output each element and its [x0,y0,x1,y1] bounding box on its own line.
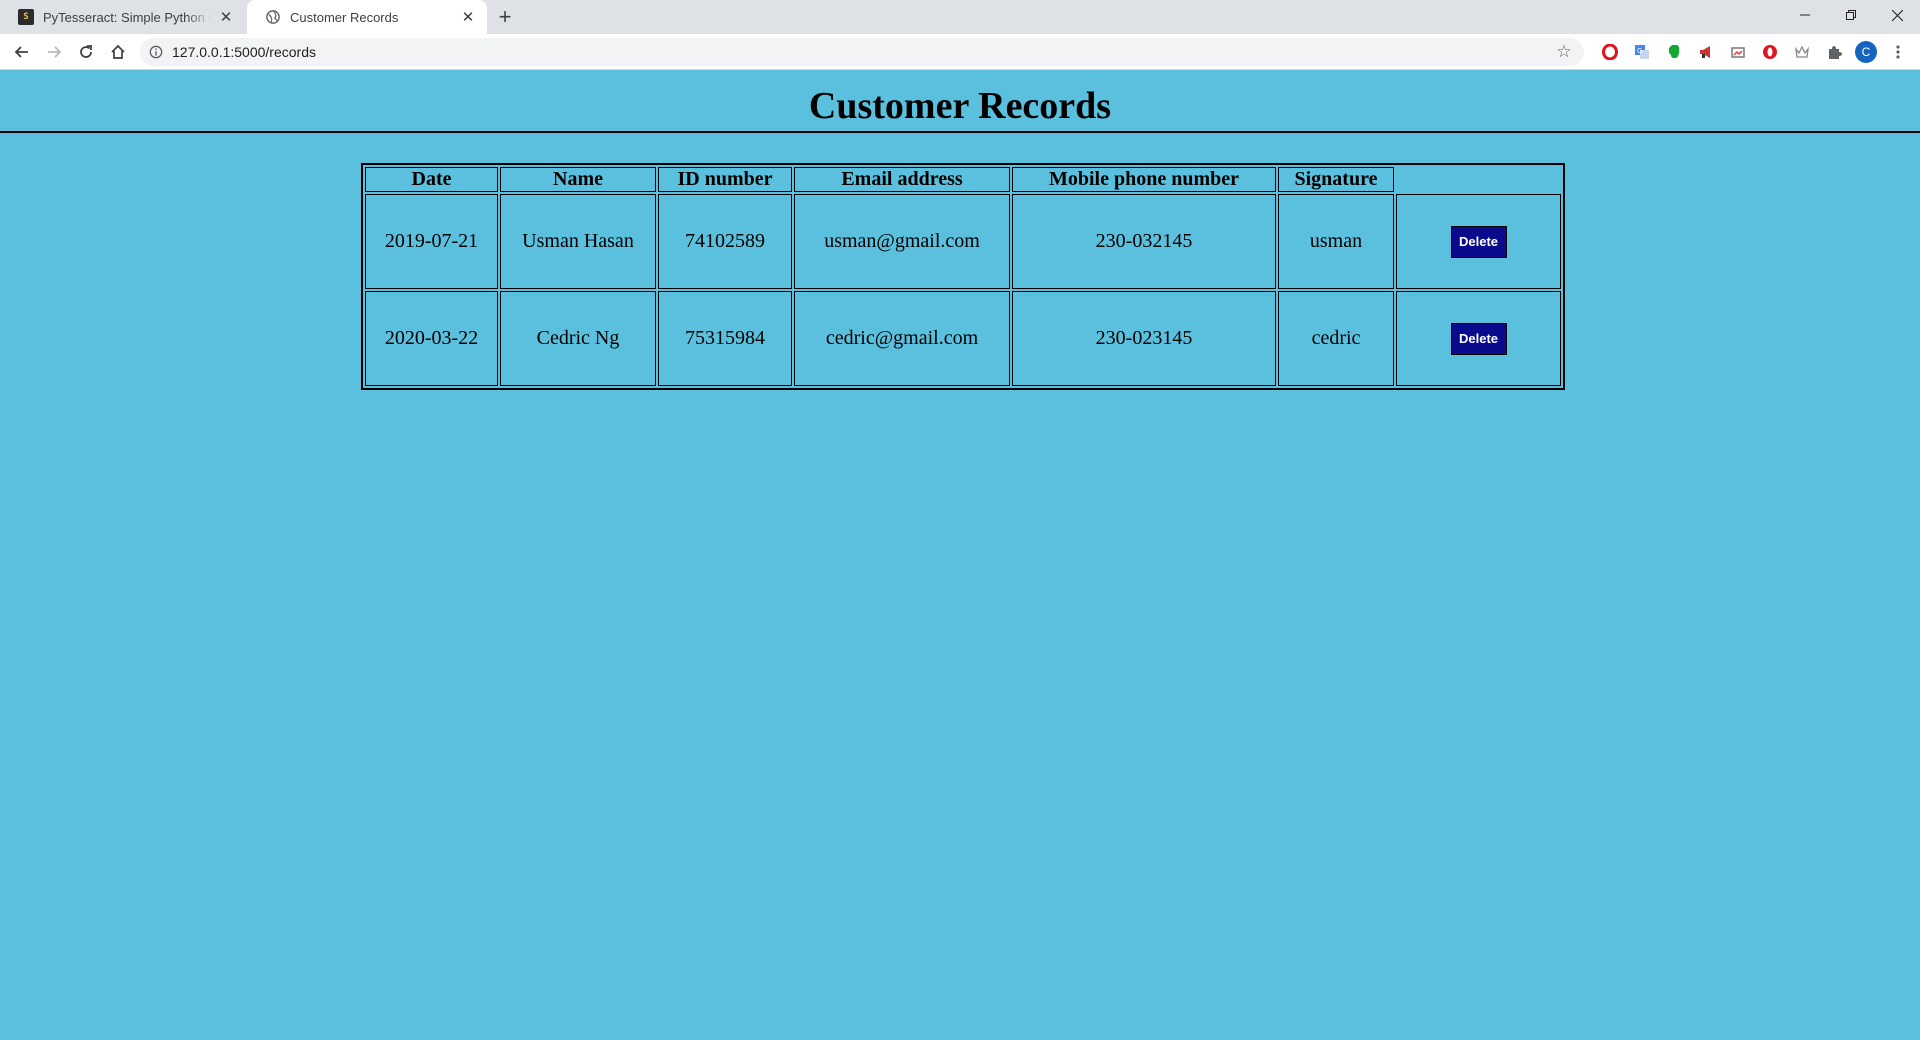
browser-toolbar: 127.0.0.1:5000/records ☆ G C [0,34,1920,70]
title-divider [0,131,1920,133]
cell-date: 2019-07-21 [365,194,498,289]
cell-mobile: 230-032145 [1012,194,1276,289]
megaphone-icon[interactable] [1690,36,1722,68]
info-icon[interactable] [148,44,164,60]
profile-initial: C [1855,40,1877,63]
cell-signature: usman [1278,194,1394,289]
cell-name: Usman Hasan [500,194,656,289]
forward-arrow-icon[interactable] [38,36,70,68]
restore-icon[interactable] [1828,0,1874,30]
url-text[interactable]: 127.0.0.1:5000/records [172,44,1552,60]
cell-date: 2020-03-22 [365,291,498,386]
tab-title: Customer Records [290,9,399,25]
bookmark-star-icon[interactable]: ☆ [1552,42,1576,62]
window-controls [1782,0,1920,30]
records-table-wrapper: Date Name ID number Email address Mobile… [361,163,1565,390]
back-arrow-icon[interactable] [6,36,38,68]
reload-icon[interactable] [70,36,102,68]
cell-mobile: 230-023145 [1012,291,1276,386]
close-icon[interactable]: ✕ [459,8,477,26]
cell-name: Cedric Ng [500,291,656,386]
globe-icon [265,9,281,25]
minimize-icon[interactable] [1782,0,1828,30]
column-header-email: Email address [794,167,1010,192]
new-tab-button[interactable]: + [487,0,523,34]
screenshot-icon[interactable] [1722,36,1754,68]
cell-actions: Delete [1396,291,1561,386]
tab-title: PyTesseract: Simple Python Optic [43,9,211,25]
tab-pytesseract[interactable]: S PyTesseract: Simple Python Optic ✕ [0,0,245,34]
address-bar[interactable]: 127.0.0.1:5000/records ☆ [140,37,1584,66]
crown-icon[interactable] [1786,36,1818,68]
column-header-mobile: Mobile phone number [1012,167,1276,192]
delete-button[interactable]: Delete [1450,322,1507,355]
column-header-actions [1396,167,1561,192]
column-header-signature: Signature [1278,167,1394,192]
column-header-name: Name [500,167,656,192]
cell-actions: Delete [1396,194,1561,289]
table-row: 2020-03-22 Cedric Ng 75315984 cedric@gma… [365,291,1561,386]
more-menu-icon[interactable] [1882,36,1914,68]
site-favicon-icon: S [18,9,34,25]
close-icon[interactable]: ✕ [217,8,235,26]
svg-text:G: G [1637,47,1642,55]
records-table: Date Name ID number Email address Mobile… [361,163,1565,390]
cell-id-number: 75315984 [658,291,792,386]
cell-signature: cedric [1278,291,1394,386]
tab-strip: S PyTesseract: Simple Python Optic ✕ Cus… [0,0,1920,34]
table-header-row: Date Name ID number Email address Mobile… [365,167,1561,192]
google-translate-icon[interactable]: G [1626,36,1658,68]
home-icon[interactable] [102,36,134,68]
close-window-icon[interactable] [1874,0,1920,30]
extensions-bar: G C [1594,36,1914,68]
page-content: Customer Records Date Name ID number Ema… [0,70,1920,1040]
avatar[interactable]: C [1850,36,1882,68]
page-title: Customer Records [808,85,1112,127]
cell-id-number: 74102589 [658,194,792,289]
cell-email: cedric@gmail.com [794,291,1010,386]
tab-customer-records[interactable]: Customer Records ✕ [247,0,487,34]
column-header-date: Date [365,167,498,192]
opera-red-icon[interactable] [1754,36,1786,68]
evernote-icon[interactable] [1658,36,1690,68]
opera-icon[interactable] [1594,36,1626,68]
delete-button[interactable]: Delete [1450,225,1507,258]
table-row: 2019-07-21 Usman Hasan 74102589 usman@gm… [365,194,1561,289]
cell-email: usman@gmail.com [794,194,1010,289]
puzzle-icon[interactable] [1818,36,1850,68]
column-header-id-number: ID number [658,167,792,192]
